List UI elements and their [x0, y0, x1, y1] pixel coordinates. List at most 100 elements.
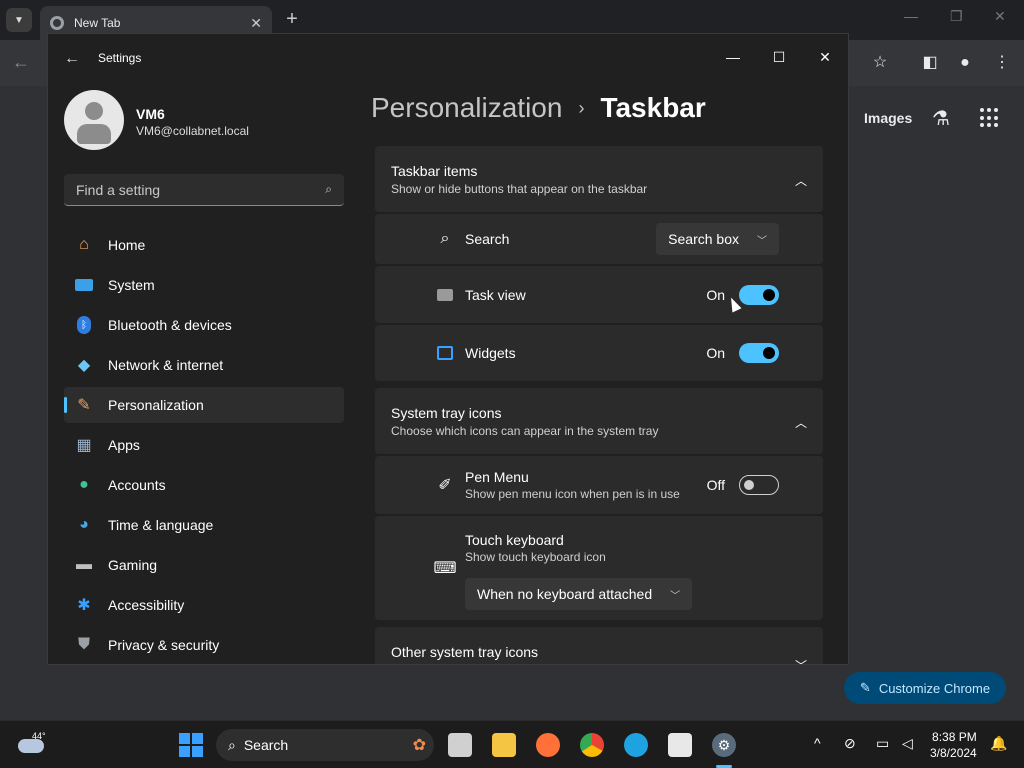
nav-item-privacy[interactable]: ⛊ Privacy & security: [64, 627, 344, 663]
brush-icon: ✎: [77, 397, 91, 414]
accounts-icon: ●: [79, 476, 89, 493]
images-link[interactable]: Images: [864, 110, 912, 126]
breadcrumb-parent[interactable]: Personalization: [371, 92, 562, 124]
nav-label: Privacy & security: [108, 637, 220, 653]
bluetooth-icon: ᛒ: [74, 315, 94, 335]
settings-gear-icon[interactable]: ⚙: [712, 733, 736, 757]
pen-menu-toggle[interactable]: [739, 475, 779, 495]
nav-item-personalization[interactable]: ✎ Personalization: [64, 387, 344, 423]
nav-item-accounts[interactable]: ● Accounts: [64, 467, 344, 503]
chrome-icon[interactable]: [580, 733, 604, 757]
search-input[interactable]: [76, 181, 326, 198]
page-title: Taskbar: [600, 92, 706, 123]
row-label-group: Pen Menu Show pen menu icon when pen is …: [465, 469, 707, 501]
chevron-up-icon: ︿: [794, 174, 807, 188]
chrome-minimize-button[interactable]: —: [904, 8, 918, 24]
row-subtitle: Show touch keyboard icon: [465, 550, 606, 564]
task-view-row: Task view On: [375, 266, 823, 323]
nav-item-network[interactable]: ◆ Network & internet: [64, 347, 344, 383]
firefox-icon[interactable]: [536, 733, 560, 757]
google-apps-icon[interactable]: [980, 108, 1000, 128]
start-button[interactable]: [179, 733, 203, 757]
nav-item-gaming[interactable]: ▬ Gaming: [64, 547, 344, 583]
taskbar-items-header[interactable]: Taskbar items Show or hide buttons that …: [375, 146, 823, 212]
dropdown-value: When no keyboard attached: [477, 586, 653, 602]
task-view-toggle[interactable]: [739, 284, 779, 305]
new-tab-button[interactable]: +: [282, 8, 302, 31]
task-view-app-icon[interactable]: [448, 733, 472, 757]
touch-keyboard-dropdown[interactable]: When no keyboard attached ﹀: [465, 578, 693, 610]
labs-flask-icon[interactable]: ⚗: [932, 106, 950, 131]
avatar: [64, 90, 124, 150]
toggle-state: On: [706, 345, 725, 361]
volume-muted-icon[interactable]: ◁: [902, 735, 913, 752]
notification-bell-icon[interactable]: 🔔: [990, 735, 1007, 752]
row-label: Pen Menu: [465, 469, 529, 485]
search-icon: ⌕: [325, 182, 332, 196]
search-mode-dropdown[interactable]: Search box ﹀: [656, 223, 779, 255]
other-tray-header[interactable]: Other system tray icons ﹀: [375, 627, 823, 664]
tab-title: New Tab: [74, 16, 121, 30]
chrome-menu-icon[interactable]: ⋮: [991, 52, 1013, 74]
pencil-icon: ✎: [859, 680, 871, 695]
time: 8:38 PM: [932, 730, 977, 744]
chevron-down-icon: ▼: [14, 14, 24, 26]
bookmark-star-icon[interactable]: ☆: [869, 52, 891, 74]
weather-widget[interactable]: 44°: [18, 731, 48, 757]
nav-label: Home: [108, 237, 146, 253]
customize-chrome-label: Customize Chrome: [878, 680, 991, 696]
nav-item-apps[interactable]: ▦ Apps: [64, 427, 344, 463]
date: 3/8/2024: [930, 746, 977, 760]
close-button[interactable]: ✕: [802, 42, 848, 72]
breadcrumb: Personalization › Taskbar: [371, 92, 706, 124]
taskbar-search[interactable]: ⌕ Search ✿: [216, 729, 434, 761]
store-icon[interactable]: [668, 733, 692, 757]
card-subtitle: Show or hide buttons that appear on the …: [391, 182, 648, 196]
maximize-button[interactable]: ☐: [756, 42, 802, 72]
task-view-icon: [435, 285, 455, 305]
minimize-button[interactable]: —: [710, 42, 756, 72]
taskbar-search-label: Search: [243, 737, 289, 753]
network-icon: ◆: [77, 357, 91, 374]
toggle-state: On: [706, 286, 725, 303]
weather-cloud-icon: [18, 739, 44, 753]
card-title: Other system tray icons: [391, 644, 539, 660]
chevron-up-icon: ︿: [794, 416, 807, 430]
network-offline-icon[interactable]: ⊘: [844, 735, 856, 752]
clock[interactable]: 8:38 PM 3/8/2024: [930, 729, 977, 761]
nav-item-time-language[interactable]: ◕ Time & language: [64, 507, 344, 543]
nav-label: Accounts: [108, 477, 166, 493]
chrome-close-button[interactable]: ✕: [994, 8, 1006, 25]
nav-item-system[interactable]: System: [64, 267, 344, 303]
edge-icon[interactable]: [624, 733, 648, 757]
customize-chrome-button[interactable]: ✎ Customize Chrome: [844, 672, 1006, 704]
user-name: VM6: [136, 106, 165, 122]
tab-close-icon[interactable]: ✕: [250, 15, 262, 32]
row-subtitle: Show pen menu icon when pen is in use: [465, 487, 680, 501]
profile-icon[interactable]: ●: [954, 52, 976, 74]
system-icon: [74, 275, 94, 295]
card-title: Taskbar items: [391, 163, 478, 179]
nav-item-accessibility[interactable]: ✱ Accessibility: [64, 587, 344, 623]
globe-icon: ◕: [79, 516, 89, 533]
nav-item-bluetooth[interactable]: ᛒ Bluetooth & devices: [64, 307, 344, 343]
chrome-back-icon[interactable]: ←: [12, 52, 30, 73]
chrome-restore-button[interactable]: ❐: [950, 8, 963, 25]
chevron-down-icon: ﹀: [795, 657, 807, 664]
tray-chevron-up-icon[interactable]: ^: [814, 735, 821, 751]
file-explorer-icon[interactable]: [492, 733, 516, 757]
search-icon: ⌕: [440, 230, 450, 247]
tab-search-button[interactable]: ▼: [6, 8, 32, 32]
nav-label: Apps: [108, 437, 140, 453]
back-arrow-icon[interactable]: ←: [64, 50, 80, 68]
side-panel-icon[interactable]: ◧: [919, 52, 941, 74]
widgets-toggle[interactable]: [739, 343, 779, 363]
system-tray-header[interactable]: System tray icons Choose which icons can…: [375, 388, 823, 454]
widgets-icon: [435, 343, 455, 363]
widgets-row: Widgets On: [375, 325, 823, 381]
display-icon[interactable]: ▭: [876, 735, 889, 752]
chevron-right-icon: ›: [578, 97, 585, 118]
nav-item-home[interactable]: ⌂ Home: [64, 227, 344, 263]
accessibility-icon: ✱: [77, 597, 91, 614]
home-icon: ⌂: [79, 236, 89, 253]
